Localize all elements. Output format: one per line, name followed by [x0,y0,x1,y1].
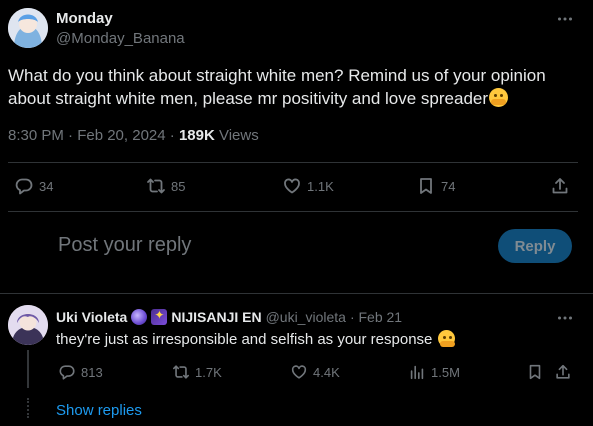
reply-date[interactable]: · Feb 21 [350,309,402,325]
reply-handle[interactable]: @uki_violeta [266,309,346,325]
bookmark-button[interactable]: 74 [416,176,455,196]
reply-share-button[interactable] [554,363,572,381]
reply-count: 34 [39,178,54,194]
thread-line [27,350,29,388]
retweet-button[interactable]: 85 [146,176,185,196]
divider [8,211,578,212]
hug-emoji [437,330,455,347]
divider [8,162,578,163]
like-icon [291,365,307,379]
reply-input[interactable]: Post your reply [58,234,191,257]
retweet-icon [172,365,190,379]
reply-author-name[interactable]: Uki Violeta [56,309,127,325]
more-icon[interactable] [556,10,574,28]
share-button[interactable] [550,176,570,196]
reply-views-count: 1.5M [431,364,460,380]
author-avatar[interactable] [8,8,48,48]
author-name[interactable]: Monday [56,10,113,27]
reply-author-avatar[interactable] [8,305,48,345]
tweet-text-content: What do you think about straight white m… [8,66,546,108]
like-count: 1.1K [307,178,334,194]
show-replies-link[interactable]: Show replies [56,402,142,419]
reply-icon [59,365,75,380]
bookmark-icon [420,178,432,194]
reply-text-content: they're just as irresponsible and selfis… [56,331,433,348]
retweet-count: 85 [171,178,186,194]
reply-reply-button[interactable]: 813 [58,363,103,381]
bookmark-count: 74 [441,178,456,194]
orb-badge-icon [131,309,148,325]
tweet-meta: 8:30 PM · Feb 20, 2024 · 189K Views [8,127,259,144]
tweet-text: What do you think about straight white m… [8,64,578,110]
views-label: Views [214,127,259,144]
stars-badge-icon [151,308,168,325]
like-button[interactable]: 1.1K [282,176,334,196]
tweet-time[interactable]: 8:30 PM · Feb 20, 2024 · [8,127,179,144]
reply-bookmark-button[interactable] [526,363,544,381]
views-count: 189K [178,127,215,144]
reply-retweet-button[interactable]: 1.7K [172,363,222,381]
views-icon [410,365,424,380]
reply-text: they're just as irresponsible and selfis… [56,330,455,348]
like-icon [284,178,300,194]
share-icon [556,364,570,379]
retweet-icon [147,178,165,194]
reply-button[interactable]: 34 [14,176,53,196]
reply-reply-count: 813 [81,364,103,380]
more-icon[interactable] [556,309,574,327]
reply-like-button[interactable]: 4.4K [290,363,340,381]
reply-views-button[interactable]: 1.5M [408,363,460,381]
reply-affiliation: NIJISANJI EN [171,309,262,325]
reply-retweet-count: 1.7K [195,364,222,380]
divider [0,293,593,294]
author-handle[interactable]: @Monday_Banana [56,30,185,47]
hug-emoji [489,88,509,107]
bookmark-icon [529,364,541,380]
reply-icon [15,178,33,195]
reply-like-count: 4.4K [313,364,340,380]
post-reply-button[interactable]: Reply [498,229,572,263]
thread-dots [27,398,29,418]
share-icon [552,178,568,194]
reply-header: Uki Violeta NIJISANJI EN @uki_violeta · … [56,308,402,325]
